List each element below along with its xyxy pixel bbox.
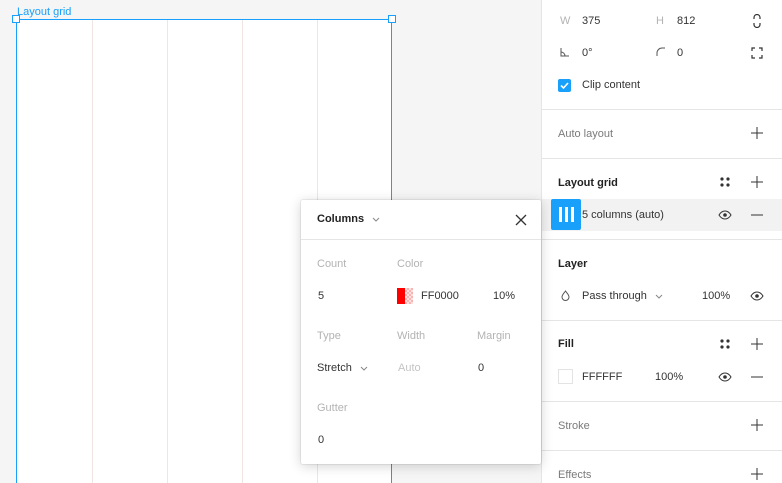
- color-label: Color: [397, 258, 424, 270]
- blend-mode-value: Pass through: [582, 290, 647, 302]
- grid-type-value: Columns: [317, 213, 365, 225]
- count-label: Count: [317, 258, 347, 270]
- remove-grid-minus-icon[interactable]: [749, 207, 765, 223]
- width-field[interactable]: 375: [582, 15, 600, 27]
- clip-content-checkbox[interactable]: [558, 79, 571, 92]
- margin-label: Margin: [477, 330, 511, 342]
- chevron-down-icon: [372, 217, 380, 222]
- type-label: Type: [317, 330, 341, 342]
- margin-field[interactable]: 0: [478, 362, 484, 374]
- frame-label[interactable]: Layout grid: [17, 6, 71, 18]
- divider: [542, 158, 782, 159]
- grid-settings-popup: Columns Count Color 5 FF0000 10% Type Wi…: [301, 200, 541, 464]
- rotation-icon: [560, 47, 570, 60]
- corner-radius-field[interactable]: 0: [677, 47, 683, 59]
- height-label: H: [656, 15, 664, 27]
- divider: [542, 320, 782, 321]
- check-icon: [560, 82, 569, 90]
- blend-drop-icon: [561, 290, 570, 304]
- add-layout-grid-plus-icon[interactable]: [749, 174, 765, 190]
- resize-handle-top-right[interactable]: [388, 15, 396, 23]
- constrain-proportions-icon[interactable]: [749, 13, 765, 29]
- add-auto-layout-plus-icon[interactable]: [749, 125, 765, 141]
- fill-color-swatch[interactable]: [558, 369, 573, 384]
- grid-column-line: [167, 20, 168, 483]
- count-field[interactable]: 5: [318, 290, 324, 302]
- gutter-label: Gutter: [317, 402, 348, 414]
- width-label: W: [560, 15, 571, 27]
- fill-style-icon[interactable]: [717, 336, 733, 352]
- width-label: Width: [397, 330, 426, 342]
- height-field[interactable]: 812: [677, 15, 695, 27]
- fill-visibility-eye-icon[interactable]: [717, 369, 733, 385]
- chevron-down-icon: [655, 294, 663, 299]
- type-value: Stretch: [317, 362, 352, 374]
- layout-grid-title: Layout grid: [558, 177, 618, 189]
- rotation-field[interactable]: 0°: [582, 47, 593, 59]
- layer-opacity-field[interactable]: 100%: [702, 290, 730, 302]
- grid-color-hex-field[interactable]: FF0000: [421, 290, 459, 302]
- effects-title: Effects: [558, 469, 592, 481]
- fill-opacity-field[interactable]: 100%: [655, 371, 683, 383]
- add-fill-plus-icon[interactable]: [749, 336, 765, 352]
- divider: [542, 239, 782, 240]
- blend-mode-select[interactable]: Pass through: [582, 290, 663, 302]
- width-field[interactable]: Auto: [398, 362, 421, 374]
- resize-handle-top-left[interactable]: [12, 15, 20, 23]
- add-effect-plus-icon[interactable]: [749, 466, 765, 482]
- remove-fill-minus-icon[interactable]: [749, 369, 765, 385]
- add-stroke-plus-icon[interactable]: [749, 417, 765, 433]
- properties-panel: W 375 H 812 0° 0 Clip content Auto layou…: [541, 0, 782, 483]
- type-select[interactable]: Stretch: [317, 362, 368, 374]
- layer-title: Layer: [558, 258, 588, 270]
- layer-visibility-eye-icon[interactable]: [749, 288, 765, 304]
- auto-layout-title: Auto layout: [558, 128, 614, 140]
- grid-color-opacity-field[interactable]: 10%: [493, 290, 515, 302]
- divider: [542, 450, 782, 451]
- independent-corners-icon[interactable]: [749, 45, 765, 61]
- gutter-field[interactable]: 0: [318, 434, 324, 446]
- grid-color-swatch[interactable]: [397, 288, 413, 304]
- eye-icon[interactable]: [717, 207, 733, 223]
- chevron-down-icon: [360, 366, 368, 371]
- layout-grid-item-label[interactable]: 5 columns (auto): [582, 209, 664, 221]
- column-grid-icon[interactable]: [551, 199, 581, 230]
- close-icon[interactable]: [513, 212, 529, 228]
- corner-radius-icon: [656, 47, 666, 60]
- grid-column-line: [242, 20, 243, 483]
- clip-content-label: Clip content: [582, 79, 641, 91]
- stroke-title: Stroke: [558, 420, 590, 432]
- grid-type-select[interactable]: Columns: [317, 213, 380, 225]
- fill-hex-field[interactable]: FFFFFF: [582, 371, 622, 383]
- divider: [542, 401, 782, 402]
- grid-column-line: [92, 20, 93, 483]
- fill-title: Fill: [558, 338, 574, 350]
- grid-style-icon[interactable]: [717, 174, 733, 190]
- divider: [542, 109, 782, 110]
- popup-header: Columns: [301, 200, 541, 240]
